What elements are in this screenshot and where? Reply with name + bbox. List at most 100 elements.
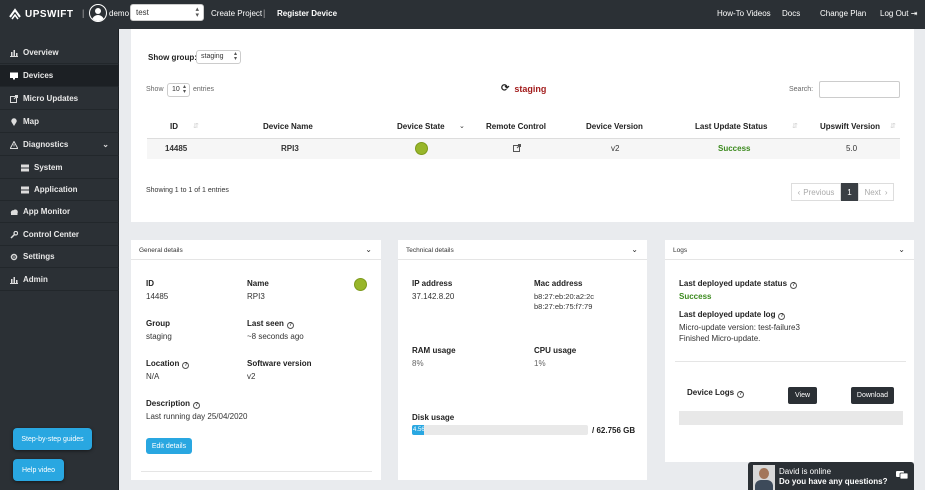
group-select[interactable]: staging ▴ ▾ (196, 50, 241, 64)
download-logs-button[interactable]: Download (851, 387, 894, 404)
view-logs-button[interactable]: View (788, 387, 817, 404)
chevron-down-icon[interactable]: ⌄ (631, 245, 638, 254)
help-icon[interactable]: ? (737, 391, 745, 398)
bar-chart-icon (10, 49, 18, 57)
sidebar-item-admin[interactable]: Admin (0, 269, 119, 291)
help-icon[interactable]: ? (790, 282, 798, 289)
chat-bubble-icon[interactable] (896, 469, 908, 481)
name-label: Name (247, 279, 269, 288)
page-1-button[interactable]: 1 (841, 183, 858, 201)
sidebar-item-label: System (34, 163, 63, 172)
sort-icon[interactable]: ⇵ (792, 122, 798, 130)
technical-details-title: Technical details (406, 247, 454, 254)
brand-name: UPSWIFT (25, 8, 74, 20)
logout-link[interactable]: Log Out ⇥ (880, 9, 917, 18)
group-title: ⟳ staging (501, 83, 546, 94)
sidebar-item-map[interactable]: Map (0, 111, 119, 133)
edit-details-button[interactable]: Edit details (146, 438, 192, 454)
nav-separator: | (263, 8, 266, 18)
technical-details-header[interactable]: Technical details ⌄ (398, 240, 647, 260)
sidebar-item-application[interactable]: Application (0, 179, 119, 201)
sidebar-item-devices[interactable]: Devices (0, 65, 119, 87)
sort-desc-icon[interactable]: ⌄ (459, 122, 465, 130)
location-label-text: Location (146, 359, 180, 368)
next-page-button[interactable]: Next › (858, 183, 894, 201)
previous-page-button[interactable]: ‹ Previous (791, 183, 841, 201)
change-plan-link[interactable]: Change Plan (820, 9, 866, 18)
last-deployed-status-label-text: Last deployed update status (679, 279, 788, 288)
sort-icon[interactable]: ⇵ (193, 122, 199, 130)
id-label: ID (146, 279, 154, 288)
docs-link[interactable]: Docs (782, 9, 800, 18)
general-details-header[interactable]: General details ⌄ (131, 240, 381, 260)
sidebar-item-settings[interactable]: Settings (0, 246, 119, 268)
search-input[interactable] (819, 81, 900, 98)
help-icon[interactable]: ? (778, 313, 786, 320)
table-row[interactable] (147, 138, 900, 159)
logs-header[interactable]: Logs ⌄ (665, 240, 914, 260)
sidebar-item-overview[interactable]: Overview (0, 42, 119, 64)
howto-videos-link[interactable]: How-To Videos (717, 9, 771, 18)
show-label: Show (146, 86, 164, 93)
agent-avatar (753, 465, 775, 490)
remote-control-link-icon[interactable] (513, 144, 521, 152)
cell-device-version: v2 (611, 144, 620, 153)
sidebar-item-diagnostics[interactable]: Diagnostics ⌄ (0, 134, 119, 156)
gear-icon (10, 253, 18, 260)
column-header-last-update-status[interactable]: Last Update Status (695, 122, 767, 131)
mac-address-value-1: b8:27:eb:20:a2:2c (534, 292, 595, 301)
column-header-device-state[interactable]: Device State (397, 122, 445, 131)
step-by-step-guides-button[interactable]: Step-by-step guides (13, 428, 92, 450)
sidebar-item-app-monitor[interactable]: App Monitor (0, 201, 119, 223)
last-seen-value: ~8 seconds ago (247, 332, 304, 341)
register-device-link[interactable]: Register Device (277, 9, 337, 18)
wrench-icon (10, 230, 18, 239)
name-value: RPI3 (247, 292, 265, 301)
divider (141, 471, 372, 472)
monitor-icon (10, 72, 18, 79)
divider (675, 361, 906, 362)
cell-device-name[interactable]: RPI3 (281, 144, 299, 153)
column-header-id[interactable]: ID (170, 122, 178, 131)
ram-usage-label: RAM usage (412, 346, 456, 355)
general-details-title: General details (139, 247, 183, 254)
cloud-icon (10, 209, 18, 215)
project-select-value: test (136, 8, 149, 17)
sort-icon[interactable]: ⇵ (890, 122, 896, 130)
description-label: Description? (146, 399, 201, 409)
software-version-value: v2 (247, 372, 256, 381)
help-icon[interactable]: ? (182, 362, 190, 369)
technical-details-card: Technical details ⌄ (398, 240, 647, 480)
last-seen-label-text: Last seen (247, 319, 284, 328)
sidebar-item-control-center[interactable]: Control Center (0, 224, 119, 246)
logs-title: Logs (673, 247, 688, 254)
entries-label: entries (193, 86, 215, 93)
column-header-remote-control[interactable]: Remote Control (486, 122, 546, 131)
chat-widget[interactable]: David is online Do you have any question… (748, 462, 914, 490)
brand-logo[interactable]: UPSWIFT (8, 7, 74, 21)
refresh-icon[interactable]: ⟳ (501, 83, 509, 94)
column-header-device-version[interactable]: Device Version (586, 122, 643, 131)
sidebar-item-label: Devices (23, 71, 54, 80)
create-project-link[interactable]: Create Project (211, 9, 262, 18)
help-icon[interactable]: ? (286, 322, 294, 329)
chevron-down-icon: ⌄ (102, 140, 109, 149)
sidebar-item-micro-updates[interactable]: Micro Updates (0, 88, 119, 110)
group-select-value: staging (201, 53, 224, 60)
last-deployed-log-label-text: Last deployed update log (679, 310, 776, 319)
user-avatar-icon[interactable] (89, 4, 107, 22)
logout-label: Log Out (880, 9, 909, 18)
column-header-device-name[interactable]: Device Name (263, 122, 313, 131)
help-video-button[interactable]: Help video (13, 459, 64, 481)
sidebar-item-label: Micro Updates (23, 94, 79, 103)
project-select[interactable]: test ▴ ▾ (130, 4, 204, 21)
sidebar-item-label: Application (34, 185, 78, 194)
chevron-down-icon[interactable]: ⌄ (365, 245, 372, 254)
entries-select[interactable]: 10 ▴ ▾ (167, 83, 190, 97)
sidebar-item-system[interactable]: System (0, 157, 119, 179)
chevron-down-icon[interactable]: ⌄ (898, 245, 905, 254)
show-group-label: Show group: (148, 53, 197, 62)
column-header-upswift-version[interactable]: Upswift Version (820, 122, 880, 131)
device-state-online-icon (354, 278, 367, 291)
help-icon[interactable]: ? (193, 402, 201, 409)
